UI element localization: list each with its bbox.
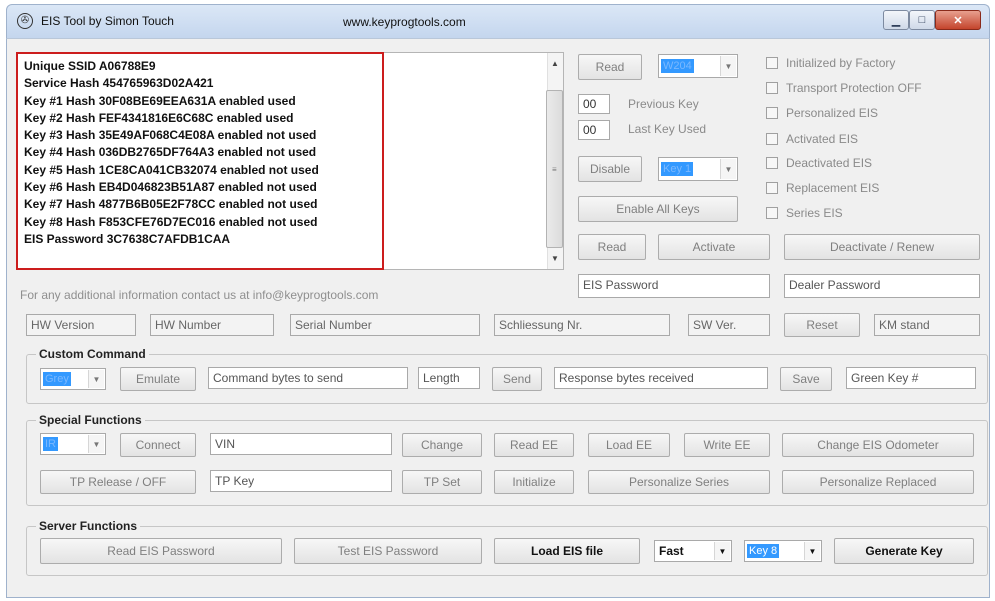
load-ee-button[interactable]: Load EE	[588, 433, 670, 457]
server-functions-title: Server Functions	[36, 519, 141, 533]
chevron-down-icon: ▼	[88, 435, 104, 453]
window-url: www.keyprogtools.com	[343, 15, 466, 29]
scroll-down-icon[interactable]: ▼	[551, 254, 559, 263]
check-deactivated-eis: Deactivated EIS	[766, 156, 872, 170]
connect-button[interactable]: Connect	[120, 433, 196, 457]
minimize-button[interactable]: ▁	[883, 10, 909, 30]
model-select[interactable]: W204 ▼	[658, 54, 738, 78]
vin-field[interactable]: VIN	[210, 433, 392, 455]
speed-select-value: Fast	[659, 544, 684, 558]
personalize-replaced-button[interactable]: Personalize Replaced	[782, 470, 974, 494]
grip-icon: ≡	[552, 165, 557, 174]
close-icon: ✕	[953, 14, 963, 27]
check-activated-eis: Activated EIS	[766, 132, 858, 146]
hw-number-field[interactable]: HW Number	[150, 314, 274, 336]
minimize-icon: ▁	[891, 14, 901, 27]
dealer-password-field[interactable]: Dealer Password	[784, 274, 980, 298]
speed-select[interactable]: Fast ▼	[654, 540, 732, 562]
personalize-series-button[interactable]: Personalize Series	[588, 470, 770, 494]
close-button[interactable]: ✕	[935, 10, 981, 30]
maximize-icon: □	[918, 14, 926, 26]
checkbox-icon	[766, 133, 778, 145]
sw-version-field[interactable]: SW Ver.	[688, 314, 770, 336]
checkbox-icon	[766, 182, 778, 194]
enable-all-keys-button[interactable]: Enable All Keys	[578, 196, 738, 222]
checkbox-icon	[766, 82, 778, 94]
km-stand-field[interactable]: KM stand	[874, 314, 980, 336]
initialize-button[interactable]: Initialize	[494, 470, 574, 494]
mode-select-value: Grey	[43, 372, 71, 386]
serial-number-field[interactable]: Serial Number	[290, 314, 480, 336]
port-select-value: IR	[43, 437, 58, 451]
read-button[interactable]: Read	[578, 54, 642, 80]
tp-release-button[interactable]: TP Release / OFF	[40, 470, 196, 494]
server-key-select-value: Key 8	[747, 544, 780, 558]
save-button[interactable]: Save	[780, 367, 832, 391]
server-key-select[interactable]: Key 8 ▼	[744, 540, 822, 562]
chevron-down-icon: ▼	[720, 159, 736, 179]
custom-command-title: Custom Command	[36, 347, 149, 361]
load-eis-file-button[interactable]: Load EIS file	[494, 538, 640, 564]
special-functions-title: Special Functions	[36, 413, 145, 427]
change-button[interactable]: Change	[402, 433, 482, 457]
hw-version-field[interactable]: HW Version	[26, 314, 136, 336]
change-eis-odometer-button[interactable]: Change EIS Odometer	[782, 433, 974, 457]
green-key-field[interactable]: Green Key #	[846, 367, 976, 389]
check-transport-protection-off: Transport Protection OFF	[766, 81, 922, 95]
app-icon: ✇	[17, 13, 33, 29]
last-key-label: Last Key Used	[628, 122, 707, 136]
read-activation-button[interactable]: Read	[578, 234, 646, 260]
scroll-up-icon[interactable]: ▲	[551, 59, 559, 68]
send-button[interactable]: Send	[492, 367, 542, 391]
highlight-frame	[16, 52, 384, 270]
activate-button[interactable]: Activate	[658, 234, 770, 260]
generate-key-button[interactable]: Generate Key	[834, 538, 974, 564]
chevron-down-icon: ▼	[88, 370, 104, 388]
read-eis-password-button[interactable]: Read EIS Password	[40, 538, 282, 564]
checkbox-icon	[766, 107, 778, 119]
schliessung-field[interactable]: Schliessung Nr.	[494, 314, 670, 336]
reset-button[interactable]: Reset	[784, 313, 860, 337]
port-select[interactable]: IR ▼	[40, 433, 106, 455]
emulate-button[interactable]: Emulate	[120, 367, 196, 391]
checkbox-icon	[766, 207, 778, 219]
response-bytes-field[interactable]: Response bytes received	[554, 367, 768, 389]
checkbox-icon	[766, 157, 778, 169]
last-key-field[interactable]: 00	[578, 120, 610, 140]
eis-password-field[interactable]: EIS Password	[578, 274, 770, 298]
check-replacement-eis: Replacement EIS	[766, 181, 879, 195]
chevron-down-icon: ▼	[804, 542, 820, 560]
key-select[interactable]: Key 1 ▼	[658, 157, 738, 181]
window-title: EIS Tool by Simon Touch	[41, 14, 174, 28]
contact-text: For any additional information contact u…	[20, 288, 379, 302]
checkbox-icon	[766, 57, 778, 69]
disable-button[interactable]: Disable	[578, 156, 642, 182]
check-initialized-by-factory: Initialized by Factory	[766, 56, 895, 70]
maximize-button[interactable]: □	[909, 10, 935, 30]
scrollbar-thumb[interactable]: ≡	[546, 90, 563, 248]
chevron-down-icon: ▼	[720, 56, 736, 76]
deactivate-renew-button[interactable]: Deactivate / Renew	[784, 234, 980, 260]
read-ee-button[interactable]: Read EE	[494, 433, 574, 457]
chevron-down-icon: ▼	[714, 542, 730, 560]
tp-key-field[interactable]: TP Key	[210, 470, 392, 492]
mode-select[interactable]: Grey ▼	[40, 368, 106, 390]
previous-key-label: Previous Key	[628, 97, 699, 111]
title-bar[interactable]: ✇ EIS Tool by Simon Touch www.keyprogtoo…	[6, 4, 990, 38]
key-select-value: Key 1	[661, 162, 694, 176]
model-select-value: W204	[661, 59, 694, 73]
tp-set-button[interactable]: TP Set	[402, 470, 482, 494]
check-series-eis: Series EIS	[766, 206, 843, 220]
command-bytes-field[interactable]: Command bytes to send	[208, 367, 408, 389]
length-field[interactable]: Length	[418, 367, 480, 389]
check-personalized-eis: Personalized EIS	[766, 106, 878, 120]
test-eis-password-button[interactable]: Test EIS Password	[294, 538, 482, 564]
write-ee-button[interactable]: Write EE	[684, 433, 770, 457]
previous-key-field[interactable]: 00	[578, 94, 610, 114]
